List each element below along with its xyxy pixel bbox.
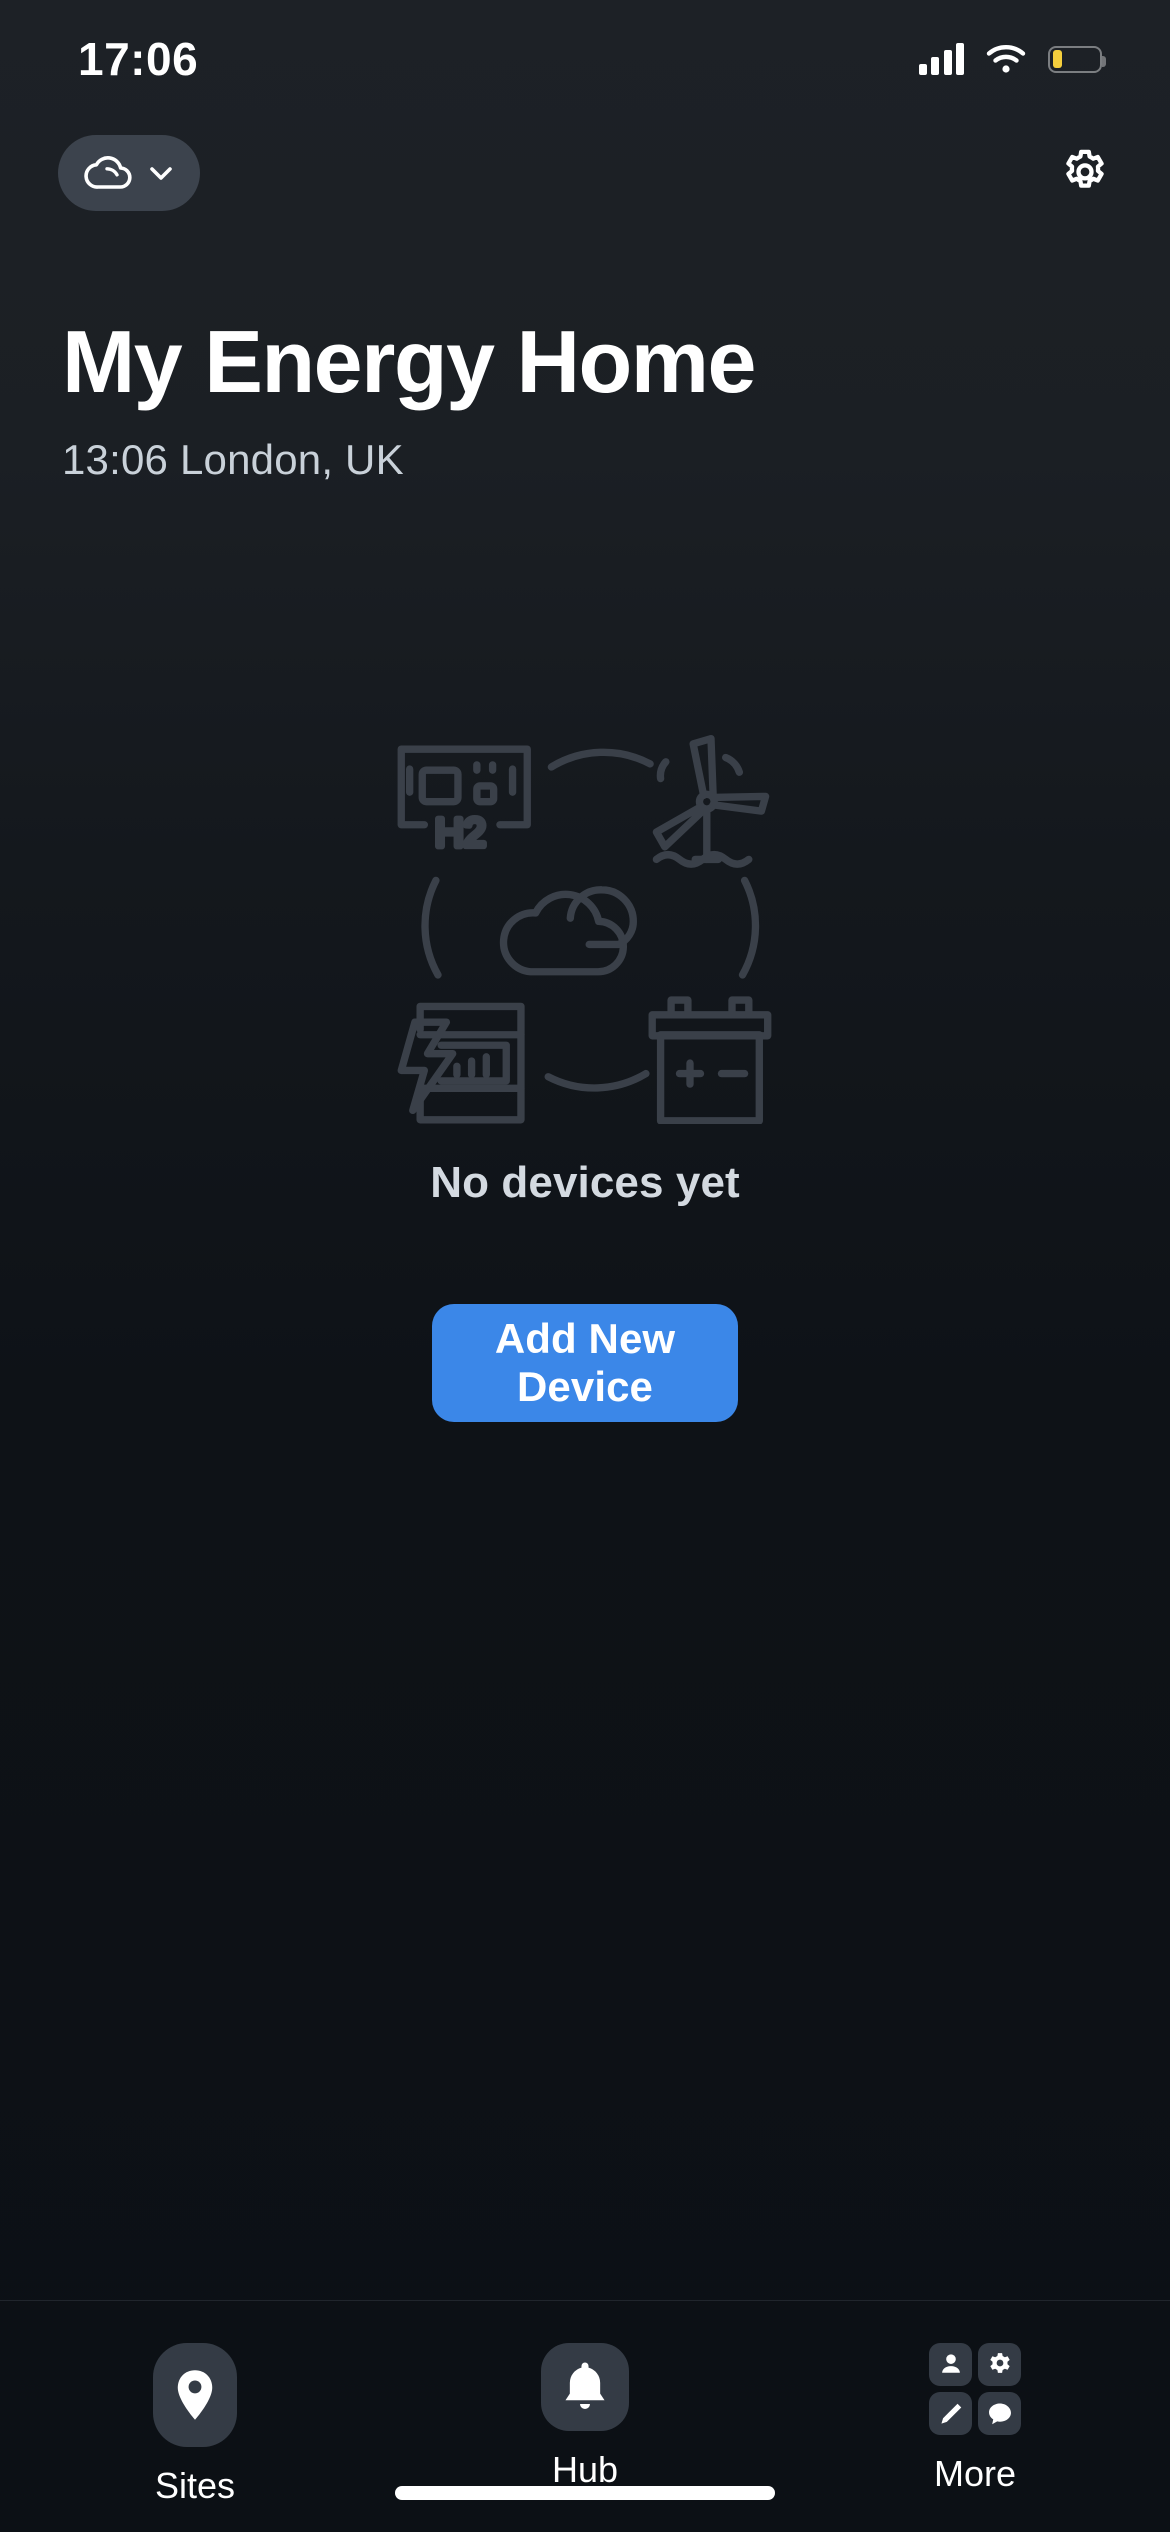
pencil-icon	[940, 2403, 961, 2424]
more-grid-icon	[929, 2343, 1021, 2435]
wifi-icon	[986, 45, 1026, 73]
chevron-down-icon	[150, 167, 172, 180]
cloud-selector-chip[interactable]	[58, 135, 200, 211]
pencil-icon-tile	[929, 2392, 972, 2435]
battery-icon	[648, 996, 772, 1125]
battery-low-icon	[1048, 45, 1106, 73]
electricity-meter-icon	[397, 1003, 525, 1124]
gear-icon	[1066, 149, 1104, 188]
tab-hub-label: Hub	[551, 2449, 619, 2490]
wind-turbine-icon	[652, 735, 770, 869]
person-icon	[941, 2353, 960, 2373]
empty-state-message: No devices yet	[430, 1158, 740, 1208]
location-pin-icon	[177, 2370, 213, 2420]
tab-sites[interactable]: Sites	[0, 2343, 390, 2507]
cloud-icon-center	[499, 886, 637, 976]
bell-icon	[565, 2362, 605, 2410]
chat-bubble-icon	[988, 2403, 1011, 2424]
connector-arc-left	[421, 877, 442, 979]
top-toolbar	[0, 118, 1170, 228]
home-indicator	[395, 2486, 775, 2500]
tab-hub-icon-bg	[541, 2343, 629, 2431]
h2-label: H2	[435, 811, 486, 855]
settings-button[interactable]	[1058, 146, 1112, 200]
tab-sites-label: Sites	[154, 2465, 236, 2506]
cloud-icon	[84, 156, 132, 189]
tab-more-label: More	[933, 2453, 1017, 2494]
signal-bars-icon	[918, 43, 964, 75]
tab-hub[interactable]: Hub	[390, 2343, 780, 2491]
person-icon-tile	[929, 2343, 972, 2386]
page-header: My Energy Home 13:06 London, UK	[0, 228, 1170, 484]
status-bar-time: 17:06	[78, 33, 199, 85]
gear-icon-tile	[978, 2343, 1021, 2386]
connector-arc-bottom	[544, 1070, 650, 1093]
app-screen: 17:06 My Energy Home 13:06 London, UK H2…	[0, 0, 1170, 2532]
chat-bubble-icon-tile	[978, 2392, 1021, 2435]
tab-more[interactable]: More	[780, 2343, 1170, 2495]
page-title: My Energy Home	[62, 312, 756, 411]
gear-icon	[989, 2352, 1010, 2373]
page-subtitle: 13:06 London, UK	[62, 436, 404, 484]
empty-state: H2 No devices yet Add New Device	[0, 484, 1170, 2300]
connector-arc-top	[547, 749, 654, 772]
no-devices-illustration: H2	[397, 735, 772, 1125]
status-bar: 17:06	[0, 0, 1170, 118]
add-new-device-button[interactable]: Add New Device	[432, 1304, 738, 1423]
tab-sites-icon-bg	[153, 2343, 237, 2447]
connector-arc-right	[738, 877, 760, 979]
status-bar-icons	[918, 43, 1106, 75]
